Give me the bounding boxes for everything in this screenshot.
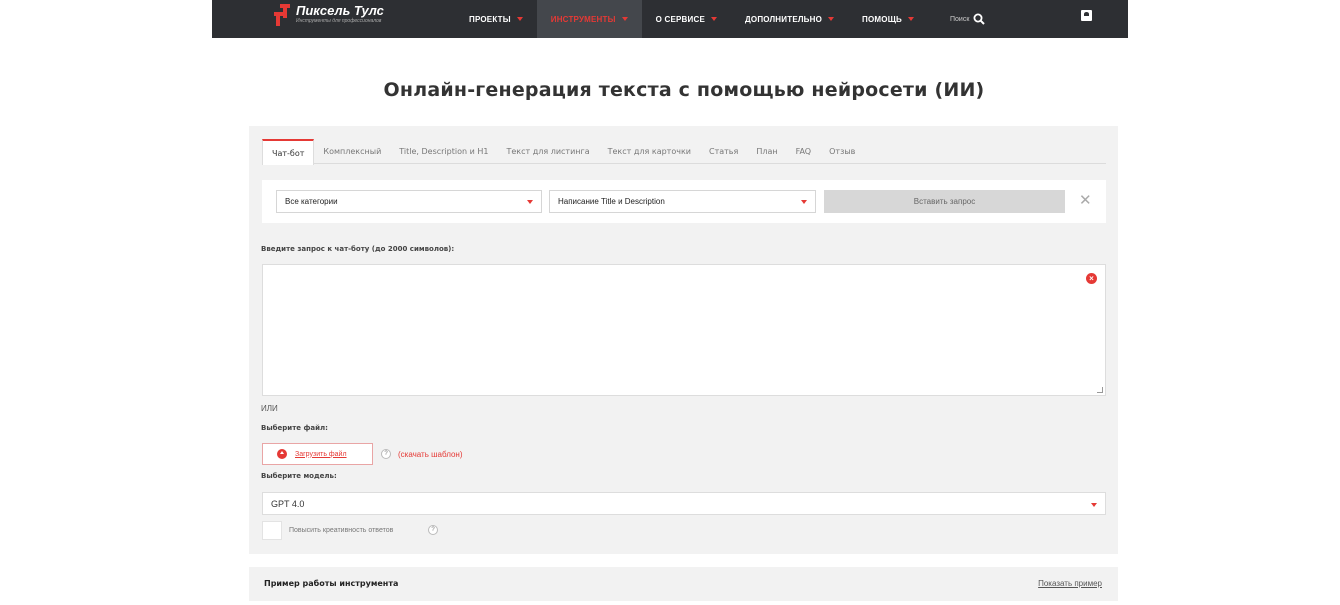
user-profile-icon[interactable] bbox=[1081, 10, 1092, 21]
template-select[interactable]: Написание Title и Description bbox=[549, 190, 816, 213]
insert-request-button[interactable]: Вставить запрос bbox=[824, 190, 1065, 213]
search-label: Поиск bbox=[950, 15, 970, 23]
logo-title: Пиксель Тулс bbox=[296, 3, 384, 18]
tab-listing-text[interactable]: Текст для листинга bbox=[497, 139, 598, 164]
chevron-down-icon bbox=[1091, 503, 1097, 507]
tool-tabs: Чат-бот Комплексный Title, Description и… bbox=[262, 139, 1106, 165]
clear-icon[interactable]: × bbox=[1086, 273, 1097, 284]
caret-down-icon bbox=[621, 17, 628, 21]
upload-file-label: Загрузить файл bbox=[295, 450, 347, 458]
tab-chatbot[interactable]: Чат-бот bbox=[262, 139, 315, 165]
chevron-down-icon bbox=[527, 200, 533, 204]
model-select-value: GPT 4.0 bbox=[271, 498, 305, 509]
upload-file-button[interactable]: Загрузить файл bbox=[262, 443, 373, 465]
upload-icon bbox=[277, 449, 287, 459]
nav-projects[interactable]: ПРОЕКТЫ bbox=[455, 0, 537, 38]
caret-down-icon bbox=[908, 17, 914, 21]
caret-down-icon bbox=[711, 17, 717, 21]
nav-tools[interactable]: ИНСТРУМЕНТЫ bbox=[536, 0, 642, 38]
resize-handle-icon[interactable] bbox=[1097, 387, 1103, 393]
model-select[interactable]: GPT 4.0 bbox=[262, 492, 1106, 515]
nav-extra-label: ДОПОЛНИТЕЛЬНО bbox=[745, 14, 823, 24]
example-title: Пример работы инструмента bbox=[264, 579, 399, 588]
category-select[interactable]: Все категории bbox=[276, 190, 542, 213]
tab-faq[interactable]: FAQ bbox=[787, 139, 821, 164]
help-icon[interactable]: ? bbox=[381, 449, 391, 459]
caret-down-icon bbox=[828, 17, 835, 21]
nav-help-label: ПОМОЩЬ bbox=[862, 14, 902, 24]
model-label: Выберите модель: bbox=[261, 472, 337, 480]
nav-about-label: О СЕРВИСЕ bbox=[655, 14, 705, 24]
logo-subtitle: Инструменты для профессионалов bbox=[296, 18, 382, 24]
main-nav: ПРОЕКТЫ ИНСТРУМЕНТЫ О СЕРВИСЕ ДОПОЛНИТЕЛ… bbox=[455, 0, 928, 38]
nav-extra[interactable]: ДОПОЛНИТЕЛЬНО bbox=[731, 0, 848, 38]
creativity-label: Повысить креативность ответов bbox=[289, 527, 394, 534]
tab-review[interactable]: Отзыв bbox=[820, 139, 864, 164]
nav-help[interactable]: ПОМОЩЬ bbox=[848, 0, 928, 38]
page-title: Онлайн-генерация текста с помощью нейрос… bbox=[383, 79, 985, 101]
show-example-link[interactable]: Показать пример bbox=[1038, 579, 1102, 588]
nav-tools-label: ИНСТРУМЕНТЫ bbox=[550, 14, 616, 24]
tab-card-text[interactable]: Текст для карточки bbox=[599, 139, 700, 164]
example-section: Пример работы инструмента Показать приме… bbox=[249, 567, 1118, 601]
category-select-value: Все категории bbox=[285, 197, 338, 206]
top-navbar: Пиксель Тулс Инструменты для профессиона… bbox=[212, 0, 1128, 38]
tab-complex[interactable]: Комплексный bbox=[314, 139, 390, 164]
tab-article[interactable]: Статья bbox=[700, 139, 747, 164]
tab-title-description[interactable]: Title, Description и H1 bbox=[390, 139, 497, 164]
close-icon[interactable]: ✕ bbox=[1079, 192, 1092, 210]
search-button[interactable]: Поиск bbox=[950, 0, 986, 38]
file-label: Выберите файл: bbox=[261, 424, 328, 432]
nav-projects-label: ПРОЕКТЫ bbox=[469, 14, 511, 24]
help-icon[interactable]: ? bbox=[428, 525, 438, 535]
download-template-link[interactable]: (скачать шаблон) bbox=[398, 450, 463, 459]
creativity-checkbox[interactable] bbox=[262, 521, 282, 540]
tab-plan[interactable]: План bbox=[747, 139, 786, 164]
caret-down-icon bbox=[516, 17, 523, 21]
prompt-textarea[interactable]: × bbox=[262, 264, 1106, 396]
or-divider-text: ИЛИ bbox=[261, 404, 278, 413]
logo[interactable]: Пиксель Тулс Инструменты для профессиона… bbox=[274, 4, 384, 26]
logo-icon bbox=[274, 4, 290, 26]
chevron-down-icon bbox=[801, 200, 807, 204]
template-selector-row: Все категории Написание Title и Descript… bbox=[262, 180, 1106, 223]
template-select-value: Написание Title и Description bbox=[558, 197, 665, 206]
tool-panel: Чат-бот Комплексный Title, Description и… bbox=[249, 126, 1118, 554]
nav-about[interactable]: О СЕРВИСЕ bbox=[642, 0, 731, 38]
prompt-label: Введите запрос к чат-боту (до 2000 симво… bbox=[261, 245, 455, 253]
search-icon bbox=[973, 13, 986, 25]
